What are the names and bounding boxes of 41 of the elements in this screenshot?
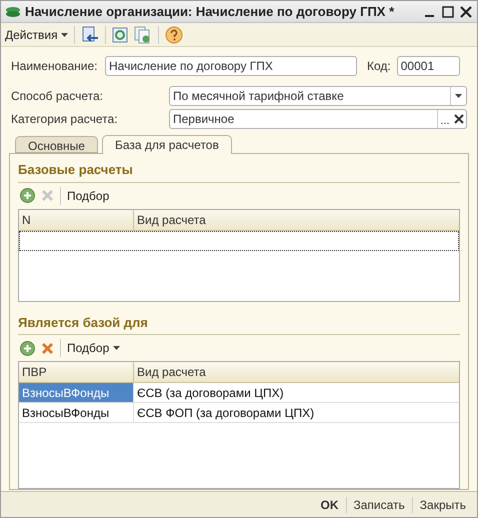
pick-button[interactable]: Подбор [67,186,110,204]
column-header[interactable]: Вид расчета [134,362,459,382]
input-field[interactable]: Начисление по договору ГПХ [105,56,357,76]
table-cell-text: ЄСВ ФОП (за договорами ЦПХ) [136,404,316,422]
app-icon [5,6,21,18]
section-title: Является базой для [18,306,460,335]
field-label: Категория расчета: [11,111,119,128]
maximize-icon[interactable] [441,4,455,18]
window-title: Начисление организации: Начисление по договору ГПХ * [25,2,396,21]
table-cell: ВзносыВФонды [19,403,134,422]
choose-button[interactable]: ... [437,110,452,128]
caret-icon [113,346,120,350]
actions-menu-button[interactable]: Действия [5,26,68,44]
input-field[interactable]: 00001 [396,56,460,76]
footer-button[interactable]: Записать [346,496,412,514]
delete-icon[interactable] [41,342,54,354]
footer-button[interactable]: OK [314,496,346,514]
copy-icon[interactable] [134,26,152,44]
pick-button[interactable]: Подбор [67,339,120,357]
field-label: Код: [367,58,391,75]
close-icon[interactable] [459,4,473,18]
caret-icon [60,32,68,36]
table-cell: ВзносыВФонды [19,383,134,402]
table-cell-text: ЄСВ (за договорами ЦПХ) [136,384,285,402]
tab[interactable]: База для расчетов [102,135,232,154]
add-icon[interactable] [20,188,35,203]
field-label: Способ расчета: [11,88,104,105]
tab[interactable]: Основные [15,136,98,153]
section-title: Базовые расчеты [18,154,460,182]
add-icon[interactable] [20,340,35,356]
caret-icon [455,94,462,98]
dropdown-field[interactable]: По месячной тарифной ставке [169,86,467,106]
column-header[interactable]: Вид расчета [134,210,459,230]
document-arrow-icon[interactable] [80,26,99,44]
help-icon[interactable] [164,26,183,44]
column-header[interactable]: N [19,210,134,230]
refresh-icon[interactable] [112,26,128,42]
column-header[interactable]: ПВР [19,362,134,382]
input-field[interactable]: Первичное ... [169,109,467,129]
field-label: Наименование: [11,58,99,75]
footer-button[interactable]: Закрыть [412,496,473,514]
